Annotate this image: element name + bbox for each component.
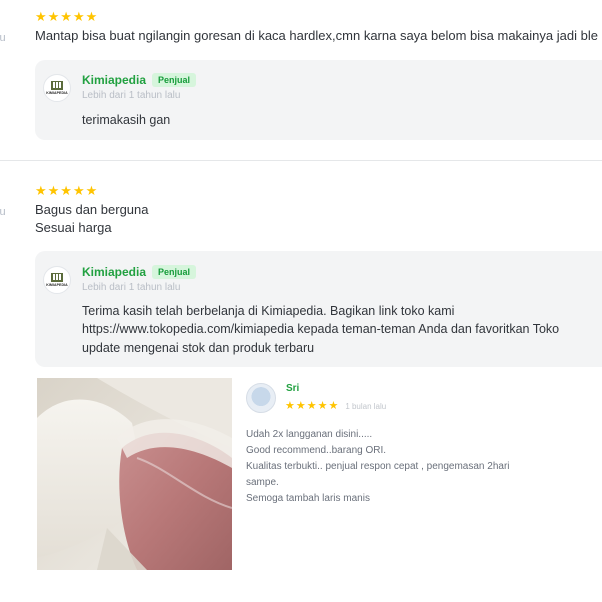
review-photo-image [37, 378, 232, 570]
previous-column-stub: lu [0, 32, 6, 44]
shop-name[interactable]: Kimiapedia [82, 265, 146, 279]
shop-name[interactable]: Kimiapedia [82, 73, 146, 87]
previous-column-stub: lu [0, 206, 6, 218]
reply-text-line: update mengenai stok dan produk terbaru [82, 341, 315, 355]
review-text: Mantap bisa buat ngilangin goresan di ka… [35, 28, 598, 43]
review-text-line: Sesuai harga [35, 220, 112, 235]
shop-logo-text: KIMIAPEDIA [46, 283, 68, 287]
rating-stars: ★★★★★ [285, 400, 340, 412]
reply-time: Lebih dari 1 tahun lalu [82, 282, 181, 293]
review-text-line: Semoga tambah laris manis [246, 493, 370, 504]
reviewer-name[interactable]: Sri [286, 383, 299, 394]
seller-badge: Penjual [152, 73, 197, 87]
reply-text-line: https://www.tokopedia.com/kimiapedia kep… [82, 322, 560, 336]
seller-badge: Penjual [152, 265, 197, 279]
reply-time: Lebih dari 1 tahun lalu [82, 90, 181, 101]
review-text-line: Kualitas terbukti.. penjual respon cepat… [246, 461, 510, 472]
review-photo[interactable] [37, 378, 232, 570]
shop-avatar[interactable]: KIMIAPEDIA [43, 74, 71, 102]
review-text-line: Bagus dan berguna [35, 202, 149, 217]
reply-text: terimakasih gan [82, 113, 171, 127]
seller-reply-box: KIMIAPEDIA Kimiapedia Penjual Lebih dari … [35, 251, 602, 367]
review-text-line: Udah 2x langganan disini..... [246, 429, 373, 440]
rating-stars: ★★★★★ [35, 183, 99, 198]
review-time: 1 bulan lalu [345, 402, 387, 411]
shop-avatar[interactable]: KIMIAPEDIA [43, 266, 71, 294]
shop-logo-icon [51, 273, 63, 282]
shop-logo-icon [51, 81, 63, 90]
rating-stars: ★★★★★ [35, 9, 99, 24]
seller-reply-box: KIMIAPEDIA Kimiapedia Penjual Lebih dari … [35, 60, 602, 140]
reply-text-line: Terima kasih telah berbelanja di Kimiape… [82, 304, 455, 318]
shop-logo-text: KIMIAPEDIA [46, 91, 68, 95]
review-text-line: sampe. [246, 477, 279, 488]
user-avatar[interactable] [246, 383, 276, 413]
review-text-line: Good recommend..barang ORI. [246, 445, 387, 456]
review-divider [0, 160, 602, 161]
